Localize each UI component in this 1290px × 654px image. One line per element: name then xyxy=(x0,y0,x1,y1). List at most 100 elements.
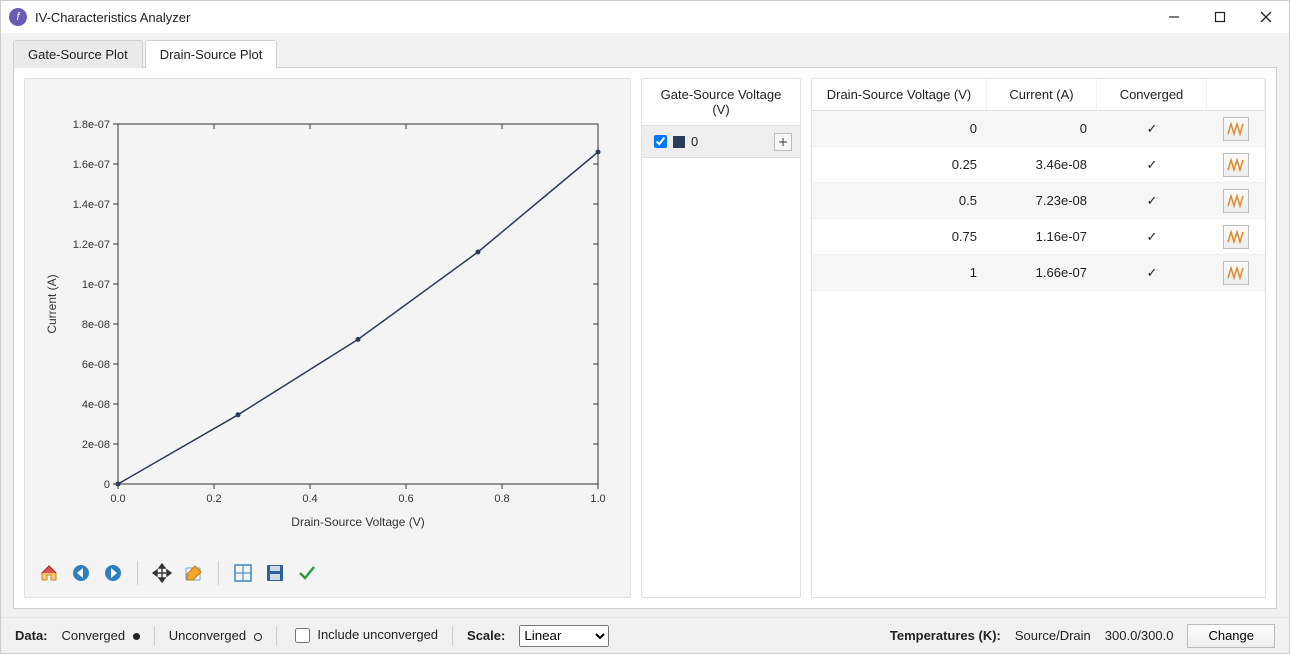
toolbar-separator xyxy=(137,561,138,585)
edit-button[interactable] xyxy=(180,559,208,587)
back-button[interactable] xyxy=(67,559,95,587)
forward-button[interactable] xyxy=(99,559,127,587)
legend-swatch xyxy=(673,136,685,148)
app-window: f IV-Characteristics Analyzer Gate-Sourc… xyxy=(0,0,1290,654)
save-button[interactable] xyxy=(261,559,289,587)
status-separator xyxy=(154,626,155,646)
svg-text:0.8: 0.8 xyxy=(494,493,509,505)
home-button[interactable] xyxy=(35,559,63,587)
cell-voltage: 0.5 xyxy=(812,193,987,208)
home-icon xyxy=(39,563,59,583)
cell-converged: ✓ xyxy=(1097,193,1207,209)
cell-current: 0 xyxy=(987,121,1097,136)
tab-gate-source[interactable]: Gate-Source Plot xyxy=(13,40,143,68)
waveform-button[interactable] xyxy=(1223,117,1249,141)
svg-text:6e-08: 6e-08 xyxy=(81,359,109,371)
waveform-icon xyxy=(1227,266,1245,280)
filled-dot-icon xyxy=(133,633,140,640)
empty-dot-icon xyxy=(254,633,262,641)
close-icon xyxy=(1260,11,1272,23)
minimize-button[interactable] xyxy=(1151,1,1197,33)
scale-label: Scale: xyxy=(467,628,505,643)
table-body: 00✓0.253.46e-08✓0.57.23e-08✓0.751.16e-07… xyxy=(812,111,1265,291)
cell-current: 3.46e-08 xyxy=(987,157,1097,172)
close-button[interactable] xyxy=(1243,1,1289,33)
svg-text:1.6e-07: 1.6e-07 xyxy=(72,159,109,171)
maximize-button[interactable] xyxy=(1197,1,1243,33)
legend-item[interactable]: 0 xyxy=(642,126,800,158)
cell-voltage: 1 xyxy=(812,265,987,280)
app-body: Gate-Source Plot Drain-Source Plot 0 2e-0… xyxy=(1,33,1289,653)
table-row[interactable]: 0.57.23e-08✓ xyxy=(812,183,1265,219)
waveform-button[interactable] xyxy=(1223,189,1249,213)
table-row[interactable]: 11.66e-07✓ xyxy=(812,255,1265,291)
table-row[interactable]: 0.751.16e-07✓ xyxy=(812,219,1265,255)
data-label: Data: xyxy=(15,628,48,643)
include-unconverged-toggle[interactable]: Include unconverged xyxy=(291,625,438,646)
waveform-icon xyxy=(1227,194,1245,208)
cell-converged: ✓ xyxy=(1097,157,1207,173)
waveform-button[interactable] xyxy=(1223,225,1249,249)
window-title: IV-Characteristics Analyzer xyxy=(35,10,190,25)
app-icon: f xyxy=(9,8,27,26)
include-unconverged-checkbox[interactable] xyxy=(295,628,310,643)
apply-button[interactable] xyxy=(293,559,321,587)
svg-text:0.0: 0.0 xyxy=(110,493,125,505)
waveform-button[interactable] xyxy=(1223,153,1249,177)
tab-drain-source[interactable]: Drain-Source Plot xyxy=(145,40,278,68)
change-button[interactable]: Change xyxy=(1187,624,1275,648)
toolbar-separator xyxy=(218,561,219,585)
cell-converged: ✓ xyxy=(1097,265,1207,281)
subplots-button[interactable] xyxy=(229,559,257,587)
chart-toolbar xyxy=(35,549,620,587)
legend-panel: Gate-Source Voltage (V) 0 xyxy=(641,78,801,598)
scale-select[interactable]: Linear xyxy=(519,625,609,647)
svg-text:0.4: 0.4 xyxy=(302,493,317,505)
table-row[interactable]: 00✓ xyxy=(812,111,1265,147)
unconverged-legend: Unconverged xyxy=(169,628,262,643)
svg-text:0.2: 0.2 xyxy=(206,493,221,505)
legend-checkbox[interactable] xyxy=(654,135,667,148)
temperatures-sublabel: Source/Drain xyxy=(1015,628,1091,643)
chart-area[interactable]: 02e-084e-086e-088e-081e-071.2e-071.4e-07… xyxy=(35,89,620,549)
waveform-icon xyxy=(1227,158,1245,172)
forward-arrow-icon xyxy=(103,563,123,583)
legend-expand-button[interactable] xyxy=(774,133,792,151)
col-converged: Converged xyxy=(1097,79,1207,110)
col-current: Current (A) xyxy=(987,79,1097,110)
svg-text:8e-08: 8e-08 xyxy=(81,319,109,331)
tab-bar: Gate-Source Plot Drain-Source Plot xyxy=(1,33,1289,67)
waveform-icon xyxy=(1227,230,1245,244)
temperatures-value: 300.0/300.0 xyxy=(1105,628,1174,643)
minimize-icon xyxy=(1168,11,1180,23)
svg-text:Current (A): Current (A) xyxy=(45,274,59,333)
svg-text:0: 0 xyxy=(103,479,109,491)
temperatures-label: Temperatures (K): xyxy=(890,628,1001,643)
edit-icon xyxy=(184,563,204,583)
status-bar: Data: Converged Unconverged Include unco… xyxy=(1,617,1289,653)
move-icon xyxy=(152,563,172,583)
back-arrow-icon xyxy=(71,563,91,583)
table-header: Drain-Source Voltage (V) Current (A) Con… xyxy=(812,79,1265,111)
cell-converged: ✓ xyxy=(1097,229,1207,245)
cell-current: 1.66e-07 xyxy=(987,265,1097,280)
tab-panel: 02e-084e-086e-088e-081e-071.2e-071.4e-07… xyxy=(13,67,1277,609)
status-separator xyxy=(452,626,453,646)
check-icon xyxy=(297,563,317,583)
table-row[interactable]: 0.253.46e-08✓ xyxy=(812,147,1265,183)
svg-text:1.8e-07: 1.8e-07 xyxy=(72,119,109,131)
svg-text:1e-07: 1e-07 xyxy=(81,279,109,291)
cell-voltage: 0 xyxy=(812,121,987,136)
maximize-icon xyxy=(1214,11,1226,23)
svg-text:1.2e-07: 1.2e-07 xyxy=(72,239,109,251)
svg-text:1.0: 1.0 xyxy=(590,493,605,505)
legend-item-label: 0 xyxy=(691,134,774,149)
waveform-button[interactable] xyxy=(1223,261,1249,285)
data-table: Drain-Source Voltage (V) Current (A) Con… xyxy=(811,78,1266,598)
cell-converged: ✓ xyxy=(1097,121,1207,137)
col-actions xyxy=(1207,79,1265,110)
svg-text:Drain-Source Voltage (V): Drain-Source Voltage (V) xyxy=(291,515,424,529)
save-icon xyxy=(265,563,285,583)
pan-button[interactable] xyxy=(148,559,176,587)
svg-text:2e-08: 2e-08 xyxy=(81,439,109,451)
